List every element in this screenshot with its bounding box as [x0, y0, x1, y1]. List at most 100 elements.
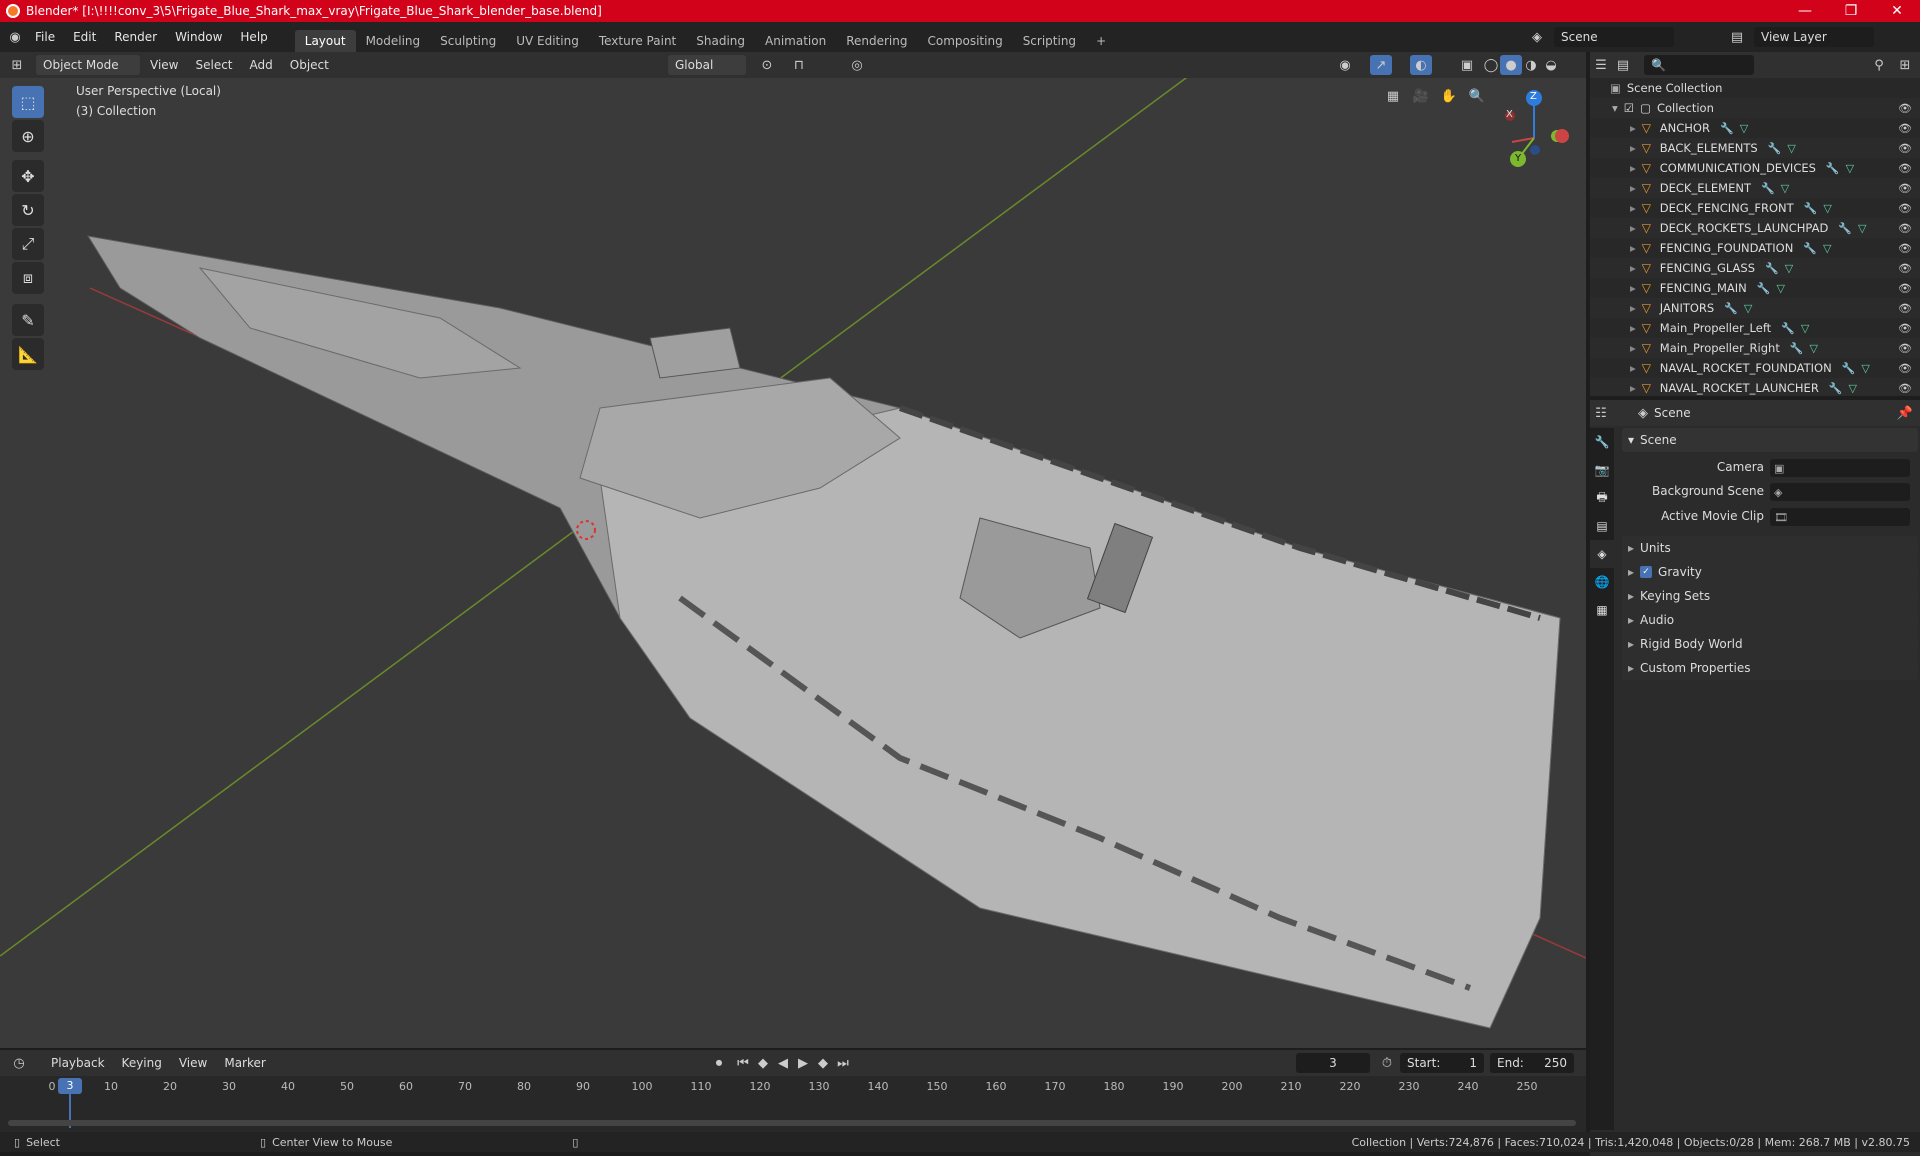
chevron-right-icon[interactable]: ▸ — [1630, 201, 1636, 215]
property-panel[interactable]: ▸ Units — [1622, 536, 1918, 560]
mesh-data-icon[interactable]: ▽ — [1787, 142, 1795, 155]
mode-selector[interactable]: Object Mode — [36, 55, 140, 75]
playhead[interactable]: 3 — [58, 1078, 82, 1094]
modifier-icon[interactable]: 🔧 ▽ — [1724, 302, 1752, 315]
modifier-icon[interactable]: 🔧 ▽ — [1829, 382, 1857, 395]
eye-icon[interactable]: 👁 — [1898, 322, 1912, 335]
outliner-item[interactable]: ▸ ▽ DECK_ELEMENT 🔧 ▽ 👁 — [1590, 178, 1920, 198]
property-panel[interactable]: ▸ Custom Properties — [1622, 656, 1918, 680]
play-icon[interactable]: ▶ — [792, 1053, 814, 1073]
transform-tool[interactable]: ⧈ — [12, 262, 44, 294]
mesh-data-icon[interactable]: ▽ — [1861, 362, 1869, 375]
eye-icon[interactable]: 👁 — [1898, 122, 1912, 135]
eye-icon[interactable]: 👁 — [1898, 222, 1912, 235]
property-panel[interactable]: ▸ Keying Sets — [1622, 584, 1918, 608]
texture-tab-icon[interactable]: ▦ — [1590, 596, 1614, 624]
zoom-icon[interactable]: 🔍 — [1466, 86, 1488, 106]
camera-view-icon[interactable]: 🎥 — [1410, 86, 1432, 106]
chevron-right-icon[interactable]: ▸ — [1630, 321, 1636, 335]
tab-scripting[interactable]: Scripting — [1013, 30, 1086, 52]
menu-add[interactable]: Add — [243, 55, 280, 75]
chevron-right-icon[interactable]: ▸ — [1630, 181, 1636, 195]
timeline-view-menu[interactable]: View — [172, 1053, 214, 1073]
maximize-button[interactable]: ❐ — [1828, 0, 1874, 22]
display-mode-icon[interactable]: ▤ — [1612, 55, 1634, 75]
menu-view[interactable]: View — [143, 55, 185, 75]
rotate-tool[interactable]: ↻ — [12, 194, 44, 226]
modifier-icon[interactable]: 🔧 ▽ — [1768, 142, 1796, 155]
modifier-icon[interactable]: 🔧 ▽ — [1804, 202, 1832, 215]
modifier-icon[interactable]: 🔧 ▽ — [1803, 242, 1831, 255]
outliner-item[interactable]: ▸ ▽ NAVAL_ROCKET_FOUNDATION 🔧 ▽ 👁 — [1590, 358, 1920, 378]
menu-window[interactable]: Window — [166, 22, 231, 52]
mesh-data-icon[interactable]: ▽ — [1849, 382, 1857, 395]
mesh-data-icon[interactable]: ▽ — [1858, 222, 1866, 235]
outliner-editor-icon[interactable]: ☰ — [1590, 55, 1612, 75]
chevron-right-icon[interactable]: ▸ — [1630, 381, 1636, 395]
minimize-button[interactable]: — — [1782, 0, 1828, 22]
cursor-tool[interactable]: ⊕ — [12, 120, 44, 152]
play-reverse-icon[interactable]: ◀ — [772, 1053, 794, 1073]
marker-menu[interactable]: Marker — [217, 1053, 272, 1073]
checkbox-icon[interactable]: ☑ — [1624, 101, 1634, 115]
eye-icon[interactable]: 👁 — [1898, 342, 1912, 355]
mesh-data-icon[interactable]: ▽ — [1846, 162, 1854, 175]
mesh-data-icon[interactable]: ▽ — [1810, 342, 1818, 355]
overlay-toggle-icon[interactable]: ◐ — [1410, 55, 1432, 75]
mesh-data-icon[interactable]: ▽ — [1744, 302, 1752, 315]
outliner-item[interactable]: ▸ ▽ FENCING_GLASS 🔧 ▽ 👁 — [1590, 258, 1920, 278]
measure-tool[interactable]: 📐 — [12, 338, 44, 370]
modifier-icon[interactable]: 🔧 ▽ — [1826, 162, 1854, 175]
pan-hand-icon[interactable]: ✋ — [1438, 86, 1460, 106]
tab-sculpting[interactable]: Sculpting — [430, 30, 506, 52]
mesh-data-icon[interactable]: ▽ — [1740, 122, 1748, 135]
outliner-search-input[interactable]: 🔍 — [1644, 55, 1754, 75]
mesh-data-icon[interactable]: ▽ — [1785, 262, 1793, 275]
mesh-data-icon[interactable]: ▽ — [1801, 322, 1809, 335]
outliner-item[interactable]: ▸ ▽ Main_Propeller_Right 🔧 ▽ 👁 — [1590, 338, 1920, 358]
add-workspace-button[interactable]: + — [1086, 30, 1116, 52]
menu-file[interactable]: File — [26, 22, 64, 52]
3d-viewport[interactable]: Z Y X User Perspective (Local) (3) Colle… — [0, 78, 1586, 1048]
editor-type-icon[interactable]: ⊞ — [6, 55, 28, 75]
eye-icon[interactable]: 👁 — [1898, 282, 1912, 295]
eye-icon[interactable]: 👁 — [1898, 262, 1912, 275]
grid-view-icon[interactable]: ▦ — [1382, 86, 1404, 106]
gizmo-toggle-icon[interactable]: ↗ — [1370, 55, 1392, 75]
eye-icon[interactable]: 👁 — [1898, 382, 1912, 395]
shading-solid-icon[interactable]: ● — [1500, 55, 1522, 75]
outliner-item[interactable]: ▸ ▽ FENCING_MAIN 🔧 ▽ 👁 — [1590, 278, 1920, 298]
chevron-right-icon[interactable]: ▸ — [1630, 221, 1636, 235]
mesh-data-icon[interactable]: ▽ — [1781, 182, 1789, 195]
scene-tab-icon[interactable]: ◈ — [1590, 540, 1614, 568]
modifier-icon[interactable]: 🔧 ▽ — [1765, 262, 1793, 275]
menu-object[interactable]: Object — [283, 55, 336, 75]
xray-icon[interactable]: ▣ — [1456, 55, 1478, 75]
render-tab-icon[interactable]: 📷 — [1590, 456, 1614, 484]
modifier-icon[interactable]: 🔧 ▽ — [1761, 182, 1789, 195]
snap-icon[interactable]: ⊓ — [788, 55, 810, 75]
close-button[interactable]: ✕ — [1874, 0, 1920, 22]
chevron-right-icon[interactable]: ▸ — [1630, 141, 1636, 155]
modifier-icon[interactable]: 🔧 ▽ — [1790, 342, 1818, 355]
prev-keyframe-icon[interactable]: ◆ — [752, 1053, 774, 1073]
stopwatch-icon[interactable]: ⏱ — [1376, 1053, 1398, 1073]
timeline-editor-icon[interactable]: ◷ — [8, 1053, 30, 1073]
modifier-icon[interactable]: 🔧 ▽ — [1720, 122, 1748, 135]
eye-icon[interactable]: 👁 — [1898, 362, 1912, 375]
outliner-item[interactable]: ▸ ▽ JANITORS 🔧 ▽ 👁 — [1590, 298, 1920, 318]
outliner-item[interactable]: ▸ ▽ Main_Propeller_Left 🔧 ▽ 👁 — [1590, 318, 1920, 338]
scene-selector[interactable]: Scene — [1554, 27, 1674, 47]
outliner-item[interactable]: ▸ ▽ COMMUNICATION_DEVICES 🔧 ▽ 👁 — [1590, 158, 1920, 178]
outliner-item[interactable]: ▸ ▽ FENCING_FOUNDATION 🔧 ▽ 👁 — [1590, 238, 1920, 258]
property-panel[interactable]: ▸ ✓ Gravity — [1622, 560, 1918, 584]
outliner-collection[interactable]: ▾ ☑ ▢ Collection 👁 — [1590, 98, 1920, 118]
modifier-icon[interactable]: 🔧 ▽ — [1781, 322, 1809, 335]
scale-tool[interactable]: ⤢ — [12, 228, 44, 260]
eye-icon[interactable]: 👁 — [1898, 102, 1912, 115]
pivot-icon[interactable]: ⊙ — [756, 55, 778, 75]
outliner-root[interactable]: ▣ Scene Collection — [1590, 78, 1920, 98]
record-icon[interactable]: ⏺ — [708, 1053, 730, 1073]
chevron-down-icon[interactable]: ▾ — [1612, 101, 1618, 115]
timeline[interactable]: 0 10 20 30 40 50 60 70 80 90 100 110 120 130 140 150 160… — [0, 1076, 1586, 1132]
